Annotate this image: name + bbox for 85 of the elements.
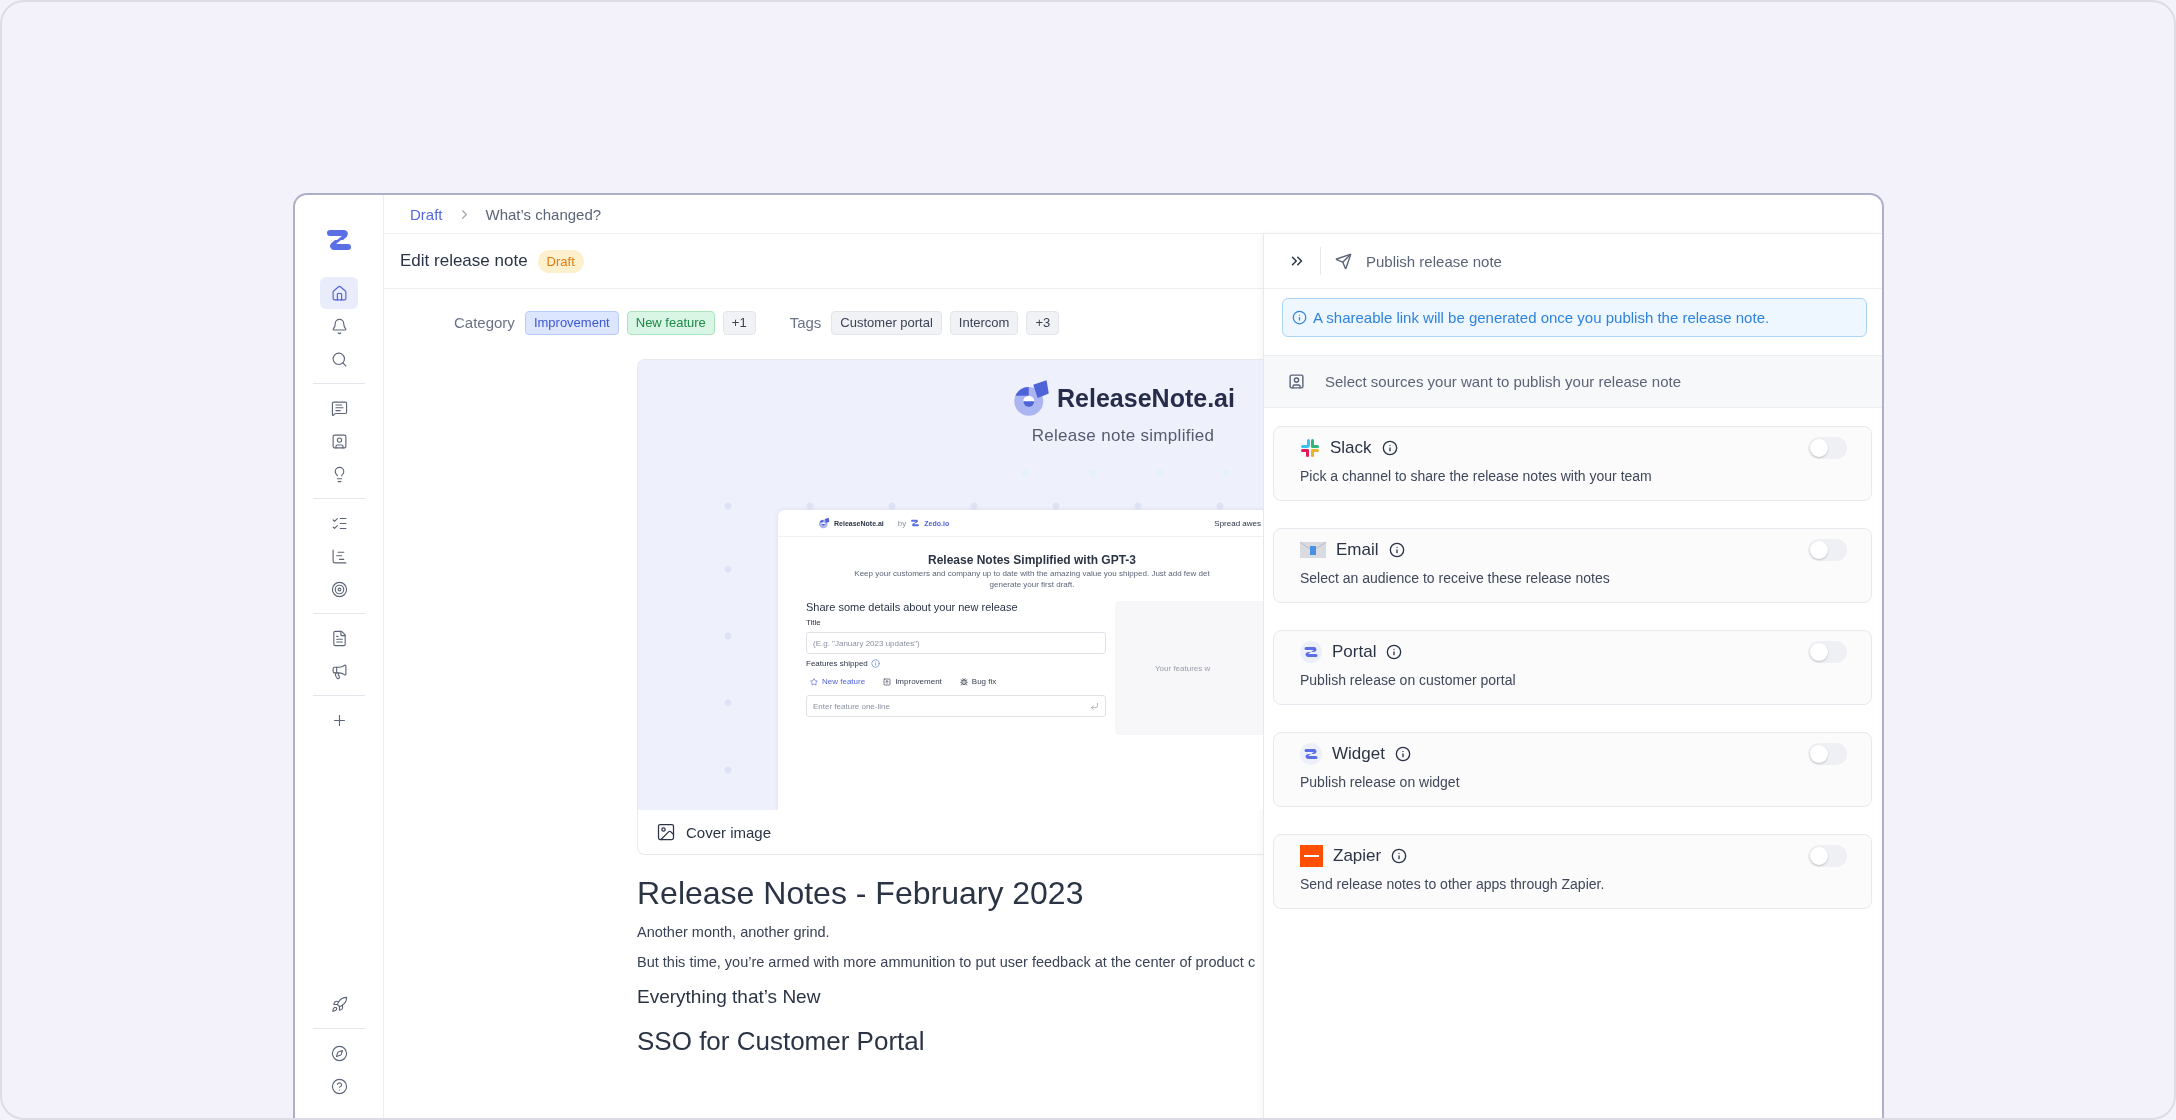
image-icon <box>656 822 676 842</box>
preview-empty-text: Your features w <box>1155 663 1211 673</box>
zedo-logo-icon <box>1300 743 1322 765</box>
category-chip: +1 <box>722 311 756 335</box>
preview-title-field: (E.g. "January 2023 updates") <box>806 632 1106 654</box>
zedo-small-logo-icon <box>910 518 921 528</box>
tag-chip: Customer portal <box>831 311 942 335</box>
megaphone-icon <box>330 662 348 680</box>
target-icon <box>330 580 348 598</box>
release-note-small-logo-icon <box>818 517 830 529</box>
tags-label: Tags <box>789 313 822 333</box>
bell-icon <box>330 317 348 335</box>
home-icon <box>330 284 348 302</box>
preview-field-label: Title <box>806 618 822 627</box>
brand-name: ReleaseNote.ai <box>1057 383 1235 413</box>
category-chip: New feature <box>626 311 715 335</box>
toggle-switch[interactable] <box>1808 539 1847 561</box>
chat-icon <box>330 399 348 417</box>
preview-feature-tab[interactable]: Bug fix <box>959 677 997 686</box>
envelope-icon <box>1300 541 1326 559</box>
status-badge: Draft <box>537 249 584 273</box>
info-icon <box>1386 644 1403 660</box>
source-name: Zapier <box>1333 846 1382 866</box>
rocket-icon <box>330 995 348 1013</box>
document-icon <box>330 629 348 647</box>
breadcrumb-link[interactable]: Draft <box>410 205 443 223</box>
category-label: Category <box>454 313 515 333</box>
preview-field-label: Features shipped <box>806 659 868 668</box>
send-icon <box>1335 252 1352 270</box>
release-note-logo-icon <box>1011 378 1052 418</box>
contact-icon <box>330 432 348 450</box>
toggle-switch[interactable] <box>1808 641 1847 663</box>
article-title: Release Notes - February 2023 <box>637 875 1085 912</box>
nav-button[interactable] <box>320 277 358 309</box>
banner-text: A shareable link will be generated once you publish the release note. <box>1313 309 1770 326</box>
preview-feature-field: Enter feature one-line <box>806 695 1106 717</box>
tag-chip: +3 <box>1026 311 1060 335</box>
info-icon <box>1394 746 1411 762</box>
subheading: Everything that’s New <box>637 986 822 1008</box>
toggle-switch[interactable] <box>1808 743 1847 765</box>
preview-feature-tab[interactable]: Improvement <box>883 677 942 686</box>
search-icon <box>330 350 348 368</box>
star-icon <box>810 677 818 686</box>
tag-chip: Intercom <box>949 311 1019 335</box>
info-icon <box>1391 848 1408 864</box>
info-icon <box>1292 310 1307 325</box>
source-name: Email <box>1336 540 1379 560</box>
panel-title: Publish release note <box>1366 252 1502 270</box>
tagline: Release note simplified <box>1031 426 1215 446</box>
preview-feature-tab[interactable]: New feature <box>810 677 866 686</box>
gantt-icon <box>330 547 348 565</box>
source-description: Select an audience to receive these release notes <box>1300 570 1611 586</box>
info-icon <box>1388 542 1405 558</box>
source-description: Send release notes to other apps through Zapier. <box>1300 876 1606 892</box>
source-name: Slack <box>1330 438 1372 458</box>
toggle-switch[interactable] <box>1808 437 1847 459</box>
info-icon <box>870 659 880 668</box>
toggle-switch[interactable] <box>1808 845 1847 867</box>
contact-icon <box>1288 373 1305 390</box>
preview-form-title: Share some details about your new release <box>806 601 1019 613</box>
preview-title: Release Notes Simplified with GPT-3 <box>927 553 1137 567</box>
return-icon <box>1090 701 1099 711</box>
compass-icon <box>330 1044 348 1062</box>
page-title: Edit release note <box>400 251 528 271</box>
help-icon <box>330 1077 348 1095</box>
paragraph-text: Another month, another grind. <box>637 924 831 940</box>
zedo-logo-icon <box>1300 641 1322 663</box>
cover-image-label: Cover image <box>686 823 772 841</box>
breadcrumb-current: What’s changed? <box>485 205 602 223</box>
source-description: Publish release on customer portal <box>1300 672 1517 688</box>
info-icon <box>1381 440 1398 456</box>
zapier-logo-icon <box>1300 845 1323 867</box>
source-description: Publish release on widget <box>1300 774 1461 790</box>
sources-title: Select sources your want to publish your release note <box>1325 373 1682 390</box>
source-name: Portal <box>1332 642 1377 662</box>
source-description: Pick a channel to share the release notes with your team <box>1300 468 1653 484</box>
section-heading: SSO for Customer Portal <box>637 1026 926 1057</box>
category-chip: Improvement <box>524 311 619 335</box>
preview-subtitle: Keep your customers and company up to date with the amazing value you shipped. Just add few det <box>854 569 1210 578</box>
preview-by: by <box>897 518 907 528</box>
preview-subtitle: generate your first draft. <box>989 580 1075 589</box>
bug-icon <box>959 677 968 686</box>
paragraph-text: But this time, you’re armed with more ammunition to put user feedback at the center of product c <box>637 954 1257 970</box>
source-name: Widget <box>1332 744 1385 764</box>
slack-logo-icon <box>1300 438 1320 458</box>
